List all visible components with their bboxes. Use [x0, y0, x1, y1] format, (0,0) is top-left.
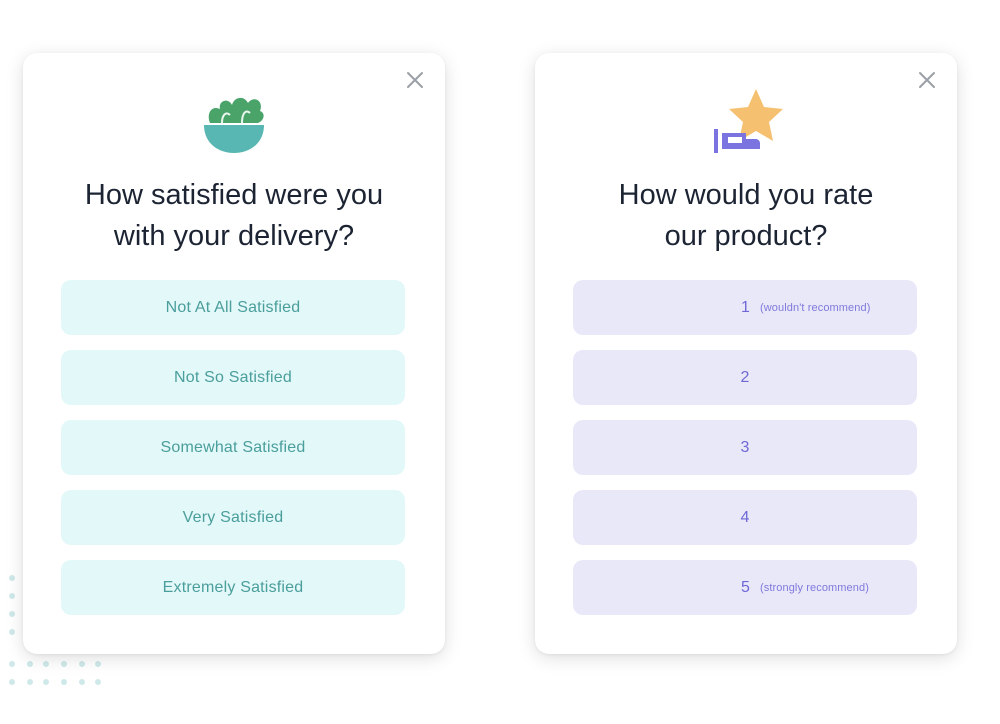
rating-number: 1	[741, 298, 750, 316]
option-extremely-satisfied[interactable]: Extremely Satisfied	[61, 560, 405, 615]
product-rating-card: How would you rate our product? 1 (would…	[535, 53, 957, 654]
delivery-question: How satisfied were you with your deliver…	[84, 179, 384, 252]
rating-number: 4	[740, 508, 750, 526]
option-not-at-all-satisfied[interactable]: Not At All Satisfied	[61, 280, 405, 335]
option-somewhat-satisfied[interactable]: Somewhat Satisfied	[61, 420, 405, 475]
delivery-options-list: Not At All Satisfied Not So Satisfied So…	[61, 280, 405, 630]
option-not-so-satisfied[interactable]: Not So Satisfied	[61, 350, 405, 405]
rating-option-4[interactable]: 4	[573, 490, 917, 545]
rating-option-1[interactable]: 1 (wouldn't recommend)	[573, 280, 917, 335]
rating-option-5[interactable]: 5 (strongly recommend)	[573, 560, 917, 615]
product-question: How would you rate our product?	[618, 179, 874, 252]
option-very-satisfied[interactable]: Very Satisfied	[61, 490, 405, 545]
rating-hint: (strongly recommend)	[760, 581, 869, 594]
star-rating-icon	[535, 87, 957, 163]
salad-bowl-icon	[23, 87, 445, 163]
rating-number: 2	[740, 368, 750, 386]
delivery-survey-card: How satisfied were you with your deliver…	[23, 53, 445, 654]
rating-options-list: 1 (wouldn't recommend) 2 3 4 5 (strongly…	[573, 280, 917, 630]
rating-hint: (wouldn't recommend)	[760, 301, 871, 314]
rating-option-2[interactable]: 2	[573, 350, 917, 405]
rating-number: 5	[741, 578, 750, 596]
rating-option-3[interactable]: 3	[573, 420, 917, 475]
rating-number: 3	[740, 438, 750, 456]
